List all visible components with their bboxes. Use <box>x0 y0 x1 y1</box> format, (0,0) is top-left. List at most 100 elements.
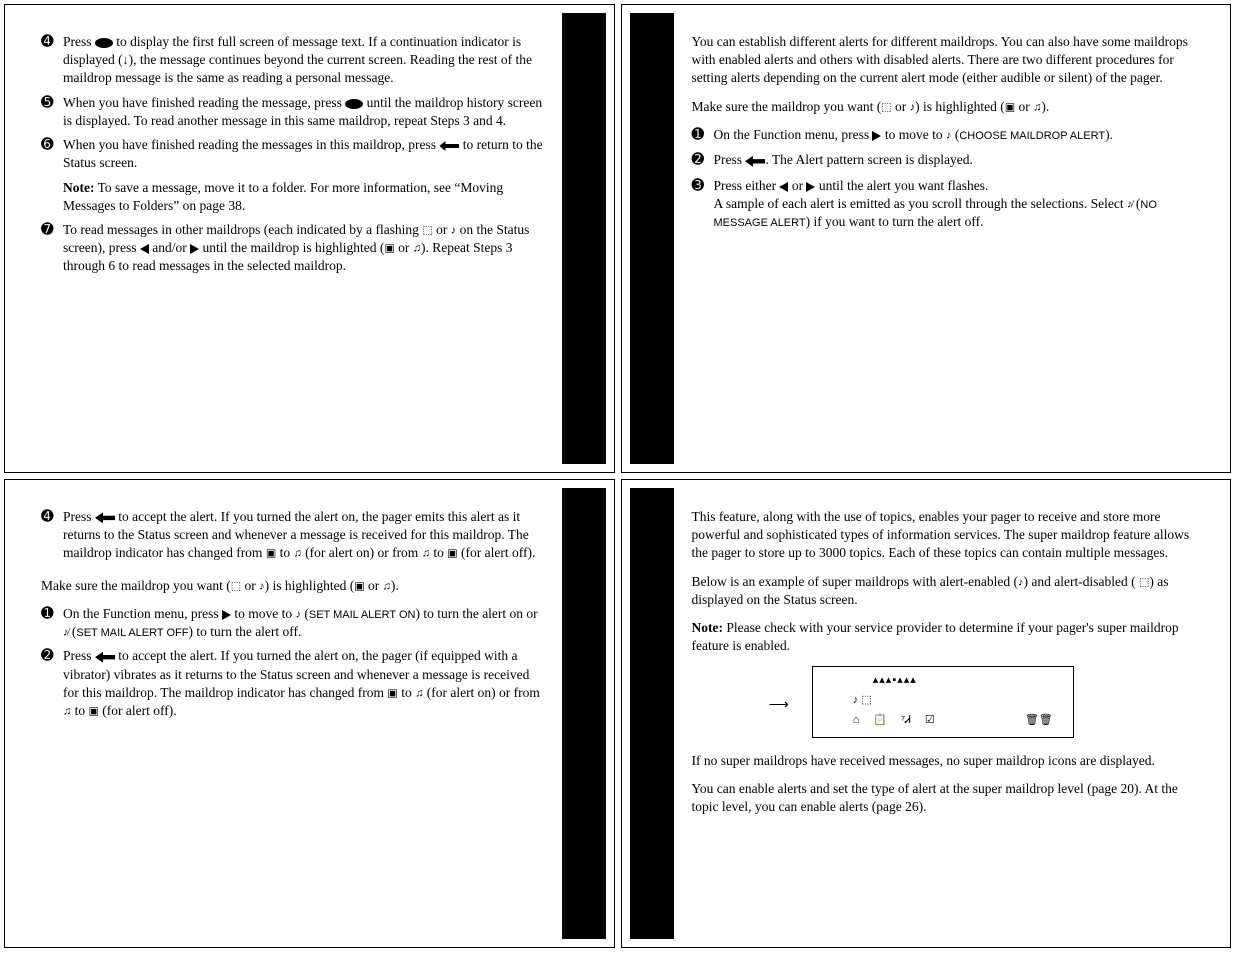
note-label: Note: <box>692 620 723 635</box>
note-hl-icon: ♫ <box>383 580 391 592</box>
set-on-label: SET MAIL ALERT ON <box>309 609 416 621</box>
bullet-6: ➏ <box>41 136 63 172</box>
bullet-4: ➍ <box>41 508 63 563</box>
note-icon: ♪ <box>910 101 916 113</box>
maildrop-hl-icon: ▣ <box>1005 101 1015 113</box>
maildrop-icon: ⬚ <box>1139 576 1149 588</box>
intro-para: You can establish different alerts for d… <box>692 33 1195 88</box>
black-tab <box>562 13 606 464</box>
no-icons-para: If no super maildrops have received mess… <box>692 752 1195 770</box>
maildrop-hl-icon: ▣ <box>354 580 364 592</box>
black-tab <box>630 13 674 464</box>
step-5: ➎ When you have finished reading the mes… <box>41 94 544 130</box>
pointer-arrow-icon: ⟶ <box>769 695 789 714</box>
lcd-function-row: ⌂ 📋 ⁷Ꮧ ☑ 🗑🗑 <box>853 713 1053 728</box>
down-arrow-icon: ↓ <box>123 53 129 67</box>
bullet-1: ➊ <box>41 605 63 641</box>
page-top-right: You can establish different alerts for d… <box>621 4 1232 473</box>
bullet-7: ➐ <box>41 221 63 276</box>
document-spread: ➍ Press to display the first full screen… <box>4 4 1231 948</box>
step-2: ➋ Press . The Alert pattern screen is di… <box>692 151 1195 171</box>
step-2-text: Press to accept the alert. If you turned… <box>63 647 544 720</box>
right-arrow-icon <box>806 182 815 192</box>
note-icon: ♪ <box>259 580 265 592</box>
maildrop-icon: ⬚ <box>231 580 241 592</box>
note-hl-icon: ♫ <box>1033 101 1041 113</box>
mute-icon: ♪̸ <box>1127 199 1133 211</box>
step-3: ➌ Press either or until the alert you wa… <box>692 177 1195 232</box>
note-hl-icon: ♫ <box>422 548 430 560</box>
step-4-text: Press to accept the alert. If you turned… <box>63 508 544 563</box>
page-top-left: ➍ Press to display the first full screen… <box>4 4 615 473</box>
read-button-icon <box>95 38 113 48</box>
lcd-screen: ⟶ ▴▴▴▪▴▴▴ ♪ ⬚ ⌂ 📋 ⁷Ꮧ ☑ 🗑🗑 <box>812 666 1074 738</box>
no-msg-alert-label: NO MESSAGE ALERT <box>714 199 1157 229</box>
intro-para: This feature, along with the use of topi… <box>692 508 1195 563</box>
note-icon: ♪ <box>295 608 301 620</box>
lcd-digit-icon: ⁷Ꮧ <box>901 713 911 728</box>
right-arrow-icon <box>222 610 231 620</box>
bullet-2: ➋ <box>41 647 63 720</box>
note-hl-icon: ♫ <box>413 243 421 255</box>
mute-icon: ♪̸ <box>63 627 69 639</box>
example-para: Below is an example of super maildrops w… <box>692 573 1195 609</box>
left-arrow-icon <box>140 244 149 254</box>
precondition: Make sure the maildrop you want (⬚ or ♪)… <box>41 577 544 595</box>
maildrop-icon: ▣ <box>447 548 457 560</box>
maildrop-hl-icon: ▣ <box>384 243 394 255</box>
step-4: ➍ Press to display the first full screen… <box>41 33 544 88</box>
lcd-home-icon: ⌂ <box>853 713 860 728</box>
maildrop-icon: ▣ <box>89 705 99 717</box>
step-4: ➍ Press to accept the alert. If you turn… <box>41 508 544 563</box>
step-1: ➊ On the Function menu, press to move to… <box>692 126 1195 146</box>
step-1-text: On the Function menu, press to move to ♪… <box>714 126 1195 146</box>
lcd-clipboard-icon: 📋 <box>873 713 887 728</box>
page-bottom-right: This feature, along with the use of topi… <box>621 479 1232 948</box>
maildrop-icon: ⬚ <box>881 101 891 113</box>
select-button-icon <box>95 512 115 523</box>
right-arrow-icon <box>190 244 199 254</box>
lcd-box-icon: ⬚ <box>861 694 871 706</box>
right-arrow-icon <box>872 131 881 141</box>
step-1: ➊ On the Function menu, press to move to… <box>41 605 544 641</box>
step-1-text: On the Function menu, press to move to ♪… <box>63 605 544 641</box>
note-block: Note: To save a message, move it to a fo… <box>63 179 544 215</box>
read-button-icon <box>345 99 363 109</box>
note-hl-icon: ♫ <box>63 705 71 717</box>
back-button-icon <box>439 141 459 151</box>
select-button-icon <box>95 652 115 663</box>
lcd-note-icon: ♪ <box>853 694 859 706</box>
step-7-text: To read messages in other maildrops (eac… <box>63 221 544 276</box>
bullet-4: ➍ <box>41 33 63 88</box>
note-icon: ♪ <box>946 129 952 141</box>
set-off-label: SET MAIL ALERT OFF <box>76 627 188 639</box>
lcd-signal-row: ▴▴▴▪▴▴▴ <box>873 673 917 688</box>
note-hl-icon: ♫ <box>293 548 301 560</box>
lcd-trash-icon: 🗑🗑 <box>1025 713 1053 728</box>
note-icon: ♪ <box>1018 576 1024 588</box>
left-arrow-icon <box>779 182 788 192</box>
black-tab <box>630 488 674 939</box>
step-3-text: Press either or until the alert you want… <box>714 177 1195 232</box>
choose-maildrop-label: CHOOSE MAILDROP ALERT <box>959 130 1105 142</box>
note-label: Note: <box>63 180 94 195</box>
bullet-3: ➌ <box>692 177 714 232</box>
step-2: ➋ Press to accept the alert. If you turn… <box>41 647 544 720</box>
step-6: ➏ When you have finished reading the mes… <box>41 136 544 172</box>
precondition: Make sure the maildrop you want (⬚ or ♪)… <box>692 98 1195 116</box>
note-hl-icon: ♫ <box>415 687 423 699</box>
bullet-2: ➋ <box>692 151 714 171</box>
step-7: ➐ To read messages in other maildrops (e… <box>41 221 544 276</box>
note-block: Note: Please check with your service pro… <box>692 619 1195 655</box>
step-5-text: When you have finished reading the messa… <box>63 94 544 130</box>
maildrop-icon: ▣ <box>387 687 397 699</box>
black-tab <box>562 488 606 939</box>
enable-alerts-para: You can enable alerts and set the type o… <box>692 780 1195 816</box>
lcd-maildrop-row: ♪ ⬚ <box>853 693 872 708</box>
page-bottom-left: ➍ Press to accept the alert. If you turn… <box>4 479 615 948</box>
maildrop-icon: ▣ <box>266 548 276 560</box>
maildrop-icon: ⬚ <box>422 224 432 236</box>
step-6-text: When you have finished reading the messa… <box>63 136 544 172</box>
note-icon: ♪ <box>451 224 457 236</box>
bullet-5: ➎ <box>41 94 63 130</box>
